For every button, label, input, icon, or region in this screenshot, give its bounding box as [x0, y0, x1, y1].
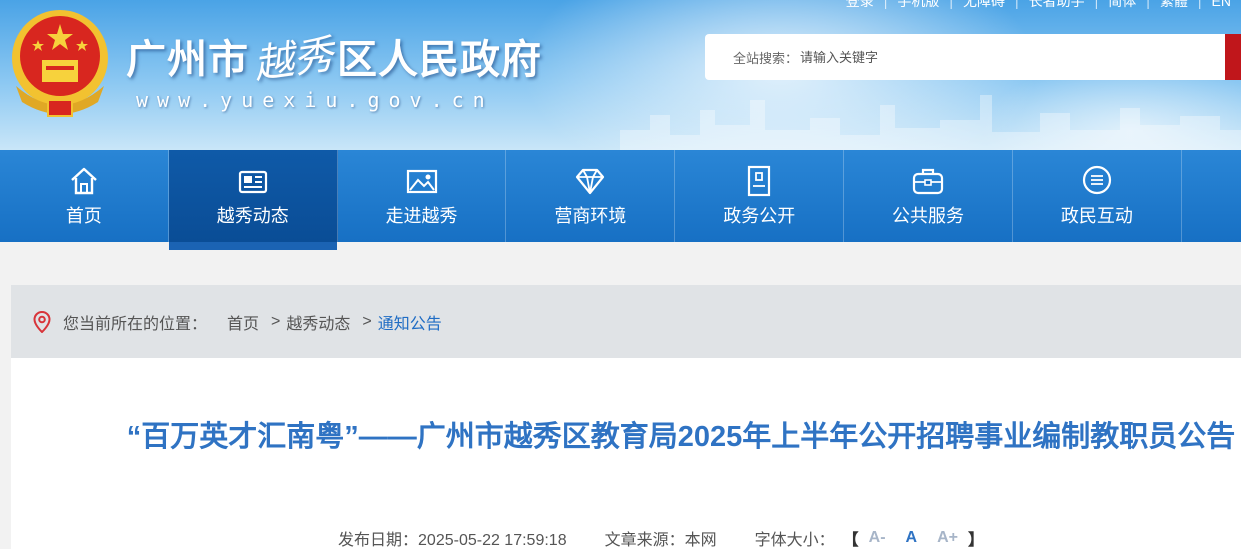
bracket-open: 【 — [842, 532, 859, 549]
font-size-normal-button[interactable]: A — [906, 529, 918, 547]
article-title: “百万英才汇南粤”——广州市越秀区教育局2025年上半年公开招聘事业编制教职员公… — [126, 421, 1236, 453]
breadcrumb-separator: > — [362, 312, 372, 330]
breadcrumb-home-link[interactable]: 首页 — [227, 310, 259, 334]
nav-item-business-environment[interactable]: 营商环境 — [506, 150, 676, 242]
source-label: 文章来源： — [604, 532, 685, 549]
header-banner: 广州市 越秀 区人民政府 www.yuexiu.gov.cn 登录 | 手机版 … — [0, 0, 1241, 150]
publish-date: 发布日期：2025-05-22 17:59:18 — [338, 526, 567, 549]
english-link[interactable]: EN — [1202, 0, 1241, 9]
document-icon — [748, 165, 771, 197]
top-links-bar: 登录 | 手机版 | 无障碍 | 长者助手 | 简体 | 繁體 | EN — [836, 0, 1241, 10]
breadcrumb-yuexiu-news-link[interactable]: 越秀动态 — [286, 310, 350, 334]
article-meta: 发布日期：2025-05-22 17:59:18 文章来源：本网 字体大小： 【… — [338, 526, 984, 549]
simplified-chinese-link[interactable]: 简体 — [1098, 0, 1146, 11]
nav-item-label: 首页 — [65, 206, 102, 226]
nav-item-home[interactable]: 首页 — [0, 150, 169, 242]
elder-assistant-link[interactable]: 长者助手 — [1019, 0, 1095, 11]
nav-item-discover-yuexiu[interactable]: 走进越秀 — [338, 150, 507, 242]
diamond-icon — [576, 168, 605, 195]
nav-item-label: 公共服务 — [892, 206, 965, 226]
national-emblem-icon — [12, 10, 108, 117]
mobile-version-link[interactable]: 手机版 — [887, 0, 949, 11]
title-part-yuexiu-calligraphy: 越秀 — [250, 31, 337, 89]
nav-item-label: 营商环境 — [554, 206, 627, 226]
site-search-box: 全站搜索： — [705, 34, 1241, 80]
nav-item-label: 走进越秀 — [385, 206, 458, 226]
home-icon — [71, 167, 97, 195]
nav-item-label: 政民互动 — [1060, 206, 1133, 226]
publish-date-value: 2025-05-22 17:59:18 — [418, 532, 567, 549]
nav-item-label: 政务公开 — [723, 206, 796, 226]
font-size-smaller-button[interactable]: A- — [869, 529, 886, 547]
bracket-close: 】 — [968, 532, 985, 549]
site-logo-title: 广州市 越秀 区人民政府 — [126, 30, 542, 89]
font-size-larger-button[interactable]: A+ — [937, 529, 958, 547]
breadcrumb: 您当前所在的位置： 首页 > 越秀动态 > 通知公告 — [11, 285, 1241, 358]
nav-item-citizen-interaction[interactable]: 政民互动 — [1013, 150, 1182, 242]
accessibility-link[interactable]: 无障碍 — [953, 0, 1015, 11]
publish-date-label: 发布日期： — [338, 532, 419, 549]
chat-icon — [1082, 165, 1111, 195]
login-link[interactable]: 登录 — [836, 0, 884, 11]
source-value: 本网 — [684, 532, 717, 549]
location-pin-icon — [33, 310, 51, 333]
nav-item-label: 越秀动态 — [216, 206, 289, 226]
breadcrumb-notices-link[interactable]: 通知公告 — [378, 310, 442, 334]
title-part-district-government: 区人民政府 — [337, 37, 542, 83]
nav-item-yuexiu-news[interactable]: 越秀动态 — [168, 150, 338, 250]
site-url: www.yuexiu.gov.cn — [136, 88, 494, 112]
skyline-graphic — [620, 95, 1241, 150]
article-source: 文章来源：本网 — [605, 526, 717, 549]
title-part-guangzhou: 广州市 — [126, 37, 249, 83]
nav-item-government-affairs[interactable]: 政务公开 — [675, 150, 845, 242]
breadcrumb-label: 您当前所在的位置： — [63, 315, 208, 333]
newspaper-icon — [238, 170, 267, 194]
search-input[interactable] — [800, 49, 1181, 65]
search-button[interactable] — [1225, 34, 1241, 80]
breadcrumb-separator: > — [271, 312, 281, 330]
main-nav: 首页 越秀动态 走进越秀 营商环境 政务公开 公共服务 政民互动 — [0, 150, 1241, 250]
picture-icon — [406, 169, 437, 194]
briefcase-icon — [912, 168, 944, 195]
nav-item-more[interactable] — [1182, 150, 1241, 242]
font-size-label: 字体大小： — [754, 532, 835, 549]
article-panel: “百万英才汇南粤”——广州市越秀区教育局2025年上半年公开招聘事业编制教职员公… — [11, 358, 1241, 549]
nav-item-public-services[interactable]: 公共服务 — [844, 150, 1013, 242]
search-label: 全站搜索： — [733, 50, 799, 66]
traditional-chinese-link[interactable]: 繁體 — [1150, 0, 1198, 11]
